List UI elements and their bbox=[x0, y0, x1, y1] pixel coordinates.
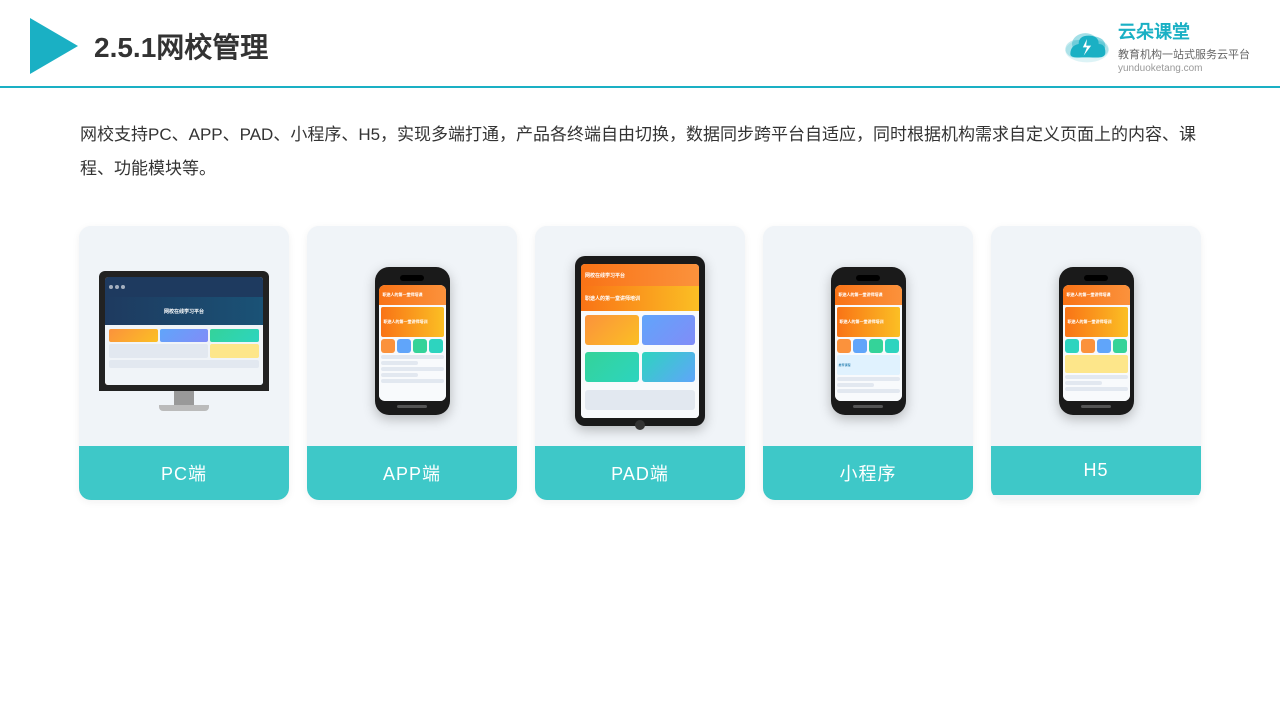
monitor-mockup: 网校在线学习平台 bbox=[99, 271, 269, 411]
cards-container: 网校在线学习平台 bbox=[0, 196, 1280, 520]
card-app: 职途人的第一堂师培课 职途人的第一堂讲师培训 bbox=[307, 226, 517, 500]
phone-mockup-app: 职途人的第一堂师培课 职途人的第一堂讲师培训 bbox=[375, 267, 450, 415]
description-content: 网校支持PC、APP、PAD、小程序、H5，实现多端打通，产品各终端自由切换，数… bbox=[80, 125, 1196, 178]
header: 2.5.1网校管理 云朵课堂 教育机构一站式服务云平台 yunduoketang… bbox=[0, 0, 1280, 88]
card-h5-label: H5 bbox=[991, 446, 1201, 495]
card-pc-label: PC端 bbox=[79, 446, 289, 500]
phone-body-h5: 职途人的第一堂讲师培课 职途人的第一堂讲师培训 bbox=[1059, 267, 1134, 415]
tablet-mockup: 网校在线学习平台 职途人的第一堂讲师培训 bbox=[575, 256, 705, 426]
monitor-body: 网校在线学习平台 bbox=[99, 271, 269, 391]
card-h5-image: 职途人的第一堂讲师培课 职途人的第一堂讲师培训 bbox=[991, 226, 1201, 446]
card-h5: 职途人的第一堂讲师培课 职途人的第一堂讲师培训 bbox=[991, 226, 1201, 500]
phone-mockup-h5: 职途人的第一堂讲师培课 职途人的第一堂讲师培训 bbox=[1059, 267, 1134, 415]
card-pad: 网校在线学习平台 职途人的第一堂讲师培训 bbox=[535, 226, 745, 500]
logo-url: yunduoketang.com bbox=[1118, 63, 1250, 74]
header-right: 云朵课堂 教育机构一站式服务云平台 yunduoketang.com bbox=[1062, 18, 1250, 74]
card-miniapp-image: 职途人的第一堂讲师培课 职途人的第一堂讲师培训 bbox=[763, 226, 973, 446]
card-miniapp-label: 小程序 bbox=[763, 446, 973, 500]
description-text: 网校支持PC、APP、PAD、小程序、H5，实现多端打通，产品各终端自由切换，数… bbox=[0, 88, 1280, 196]
logo-cloud: 云朵课堂 教育机构一站式服务云平台 yunduoketang.com bbox=[1062, 18, 1250, 74]
tablet-body: 网校在线学习平台 职途人的第一堂讲师培训 bbox=[575, 256, 705, 426]
phone-body-miniapp: 职途人的第一堂讲师培课 职途人的第一堂讲师培训 bbox=[831, 267, 906, 415]
card-miniapp: 职途人的第一堂讲师培课 职途人的第一堂讲师培训 bbox=[763, 226, 973, 500]
logo-name: 云朵课堂 bbox=[1118, 18, 1250, 44]
page-title: 2.5.1网校管理 bbox=[94, 26, 268, 66]
card-pc: 网校在线学习平台 bbox=[79, 226, 289, 500]
card-app-label: APP端 bbox=[307, 446, 517, 500]
phone-body-app: 职途人的第一堂师培课 职途人的第一堂讲师培训 bbox=[375, 267, 450, 415]
phone-mockup-miniapp: 职途人的第一堂讲师培课 职途人的第一堂讲师培训 bbox=[831, 267, 906, 415]
card-app-image: 职途人的第一堂师培课 职途人的第一堂讲师培训 bbox=[307, 226, 517, 446]
cloud-logo-icon bbox=[1062, 29, 1112, 64]
card-pc-image: 网校在线学习平台 bbox=[79, 226, 289, 446]
monitor-screen: 网校在线学习平台 bbox=[105, 277, 263, 385]
logo-tagline: 教育机构一站式服务云平台 bbox=[1118, 46, 1250, 62]
play-icon bbox=[30, 18, 78, 74]
card-pad-image: 网校在线学习平台 职途人的第一堂讲师培训 bbox=[535, 226, 745, 446]
logo-name-group: 云朵课堂 教育机构一站式服务云平台 yunduoketang.com bbox=[1118, 18, 1250, 74]
header-left: 2.5.1网校管理 bbox=[30, 18, 268, 74]
card-pad-label: PAD端 bbox=[535, 446, 745, 500]
